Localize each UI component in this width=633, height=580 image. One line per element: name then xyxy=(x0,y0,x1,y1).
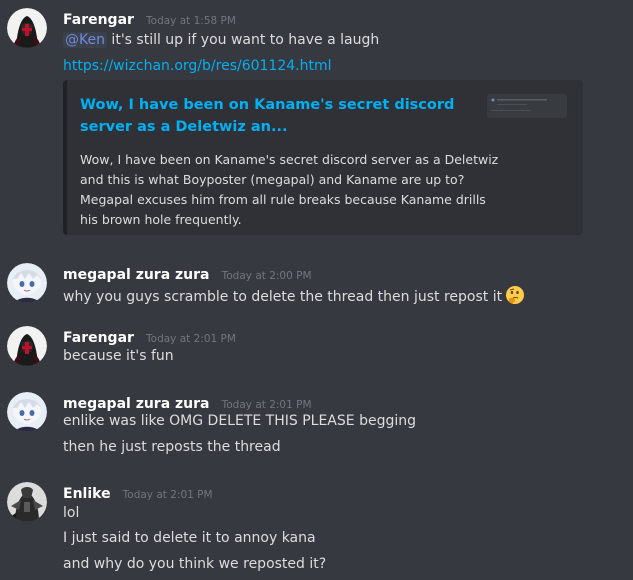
message-header: megapal zura zura Today at 2:01 PM xyxy=(63,393,312,413)
username[interactable]: megapal zura zura xyxy=(63,396,210,412)
thinking-emoji-icon xyxy=(505,285,525,305)
embed-thumbnail[interactable] xyxy=(487,94,567,118)
message-header: Farengar Today at 2:01 PM xyxy=(63,327,236,347)
user-mention[interactable]: @Ken xyxy=(63,32,107,48)
message-text: then he just reposts the thread xyxy=(63,439,281,455)
message-text: and why do you think we reposted it? xyxy=(63,556,327,572)
message-text-content: it's still up if you want to have a laug… xyxy=(106,32,380,48)
message-text: enlike was like OMG DELETE THIS PLEASE b… xyxy=(63,413,416,429)
avatar[interactable] xyxy=(7,482,47,522)
message-text: @Ken it's still up if you want to have a… xyxy=(63,32,379,48)
username[interactable]: megapal zura zura xyxy=(63,267,210,283)
message-group: megapal zura zura Today at 2:01 PM enlik… xyxy=(0,384,633,464)
embed-description: Wow, I have been on Kaname's secret disc… xyxy=(80,152,499,227)
message-header: megapal zura zura Today at 2:00 PM xyxy=(63,264,312,284)
timestamp: Today at 2:01 PM xyxy=(221,399,312,411)
username[interactable]: Enlike xyxy=(63,486,111,502)
message-header: Enlike Today at 2:01 PM xyxy=(63,483,213,503)
message-text-content: why you guys scramble to delete the thre… xyxy=(63,289,503,305)
message-text: because it's fun xyxy=(63,348,174,364)
avatar[interactable] xyxy=(7,392,47,432)
username[interactable]: Farengar xyxy=(63,12,134,28)
timestamp: Today at 2:01 PM xyxy=(122,489,213,501)
timestamp: Today at 2:00 PM xyxy=(221,270,312,282)
message-text: lol xyxy=(63,505,80,521)
avatar[interactable] xyxy=(7,8,47,48)
message-link-line: https://wizchan.org/b/res/601124.html xyxy=(63,58,331,74)
message-group: Enlike Today at 2:01 PM lol I just said … xyxy=(0,474,633,580)
avatar[interactable] xyxy=(7,263,47,303)
message-group: Farengar Today at 2:01 PM because it's f… xyxy=(0,318,633,368)
thread-link[interactable]: https://wizchan.org/b/res/601124.html xyxy=(63,58,331,74)
timestamp: Today at 1:58 PM xyxy=(146,15,236,27)
embed-title[interactable]: Wow, I have been on Kaname's secret disc… xyxy=(80,94,480,138)
message-group: megapal zura zura Today at 2:00 PM why y… xyxy=(0,255,633,305)
chat-messages: Farengar Today at 1:58 PM @Ken it's stil… xyxy=(0,0,633,580)
link-embed: Wow, I have been on Kaname's secret disc… xyxy=(63,80,583,235)
avatar[interactable] xyxy=(7,326,47,366)
username[interactable]: Farengar xyxy=(63,330,134,346)
message-text: why you guys scramble to delete the thre… xyxy=(63,285,525,305)
message-text: I just said to delete it to annoy kana xyxy=(63,530,316,546)
message-group: Farengar Today at 1:58 PM @Ken it's stil… xyxy=(0,0,633,240)
message-header: Farengar Today at 1:58 PM xyxy=(63,9,236,29)
timestamp: Today at 2:01 PM xyxy=(146,333,236,345)
